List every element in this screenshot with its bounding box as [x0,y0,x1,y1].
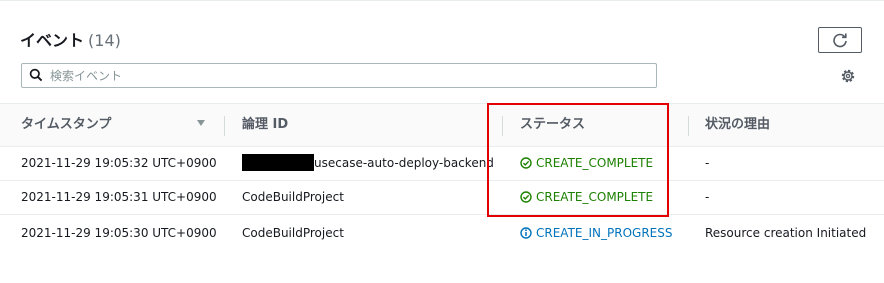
reason-cell: - [705,156,710,170]
sort-desc-icon[interactable] [197,120,205,126]
redacted-block [242,154,314,171]
column-divider[interactable] [688,116,689,136]
logical-id-cell: CodeBuildProject [242,190,344,204]
logical-id-text: usecase-auto-deploy-backend [314,156,494,170]
table-row: 2021-11-29 19:05:32 UTC+0900 usecase-aut… [0,147,884,181]
gear-icon[interactable] [840,68,856,84]
timestamp-cell: 2021-11-29 19:05:32 UTC+0900 [21,156,217,170]
logical-id-cell: usecase-auto-deploy-backend [242,147,494,180]
status-text: CREATE_IN_PROGRESS [536,226,673,240]
events-header: イベント (14) [0,1,884,101]
status-highlight-box [487,103,669,217]
table-row: 2021-11-29 19:05:31 UTC+0900 CodeBuildPr… [0,181,884,215]
refresh-icon [833,33,847,48]
logical-id-cell: CodeBuildProject [242,226,344,240]
timestamp-cell: 2021-11-29 19:05:30 UTC+0900 [21,226,217,240]
reason-cell: Resource creation Initiated [705,226,867,240]
refresh-button[interactable] [818,27,862,53]
timestamp-cell: 2021-11-29 19:05:31 UTC+0900 [21,190,217,204]
column-header-logical-id[interactable]: 論理 ID [242,104,288,146]
status-cell: CREATE_IN_PROGRESS [520,217,672,241]
events-panel: イベント(14) タイムスタンプ 論理 ID ステータス 状 [0,0,884,241]
search-field[interactable] [21,63,657,88]
column-header-timestamp[interactable]: タイムスタンプ [21,104,111,146]
search-input[interactable] [50,66,650,85]
table-header: タイムスタンプ 論理 ID ステータス 状況の理由 [0,103,884,147]
table-row: 2021-11-29 19:05:30 UTC+0900 CodeBuildPr… [0,215,884,241]
events-title-label: イベント [20,31,85,50]
reason-cell: - [705,190,710,204]
events-count: (14) [88,31,121,50]
search-icon [29,68,43,82]
info-circle-icon [520,227,532,239]
column-header-reason[interactable]: 状況の理由 [705,104,770,146]
events-title: イベント (14) [20,27,121,51]
column-divider[interactable] [224,116,225,136]
